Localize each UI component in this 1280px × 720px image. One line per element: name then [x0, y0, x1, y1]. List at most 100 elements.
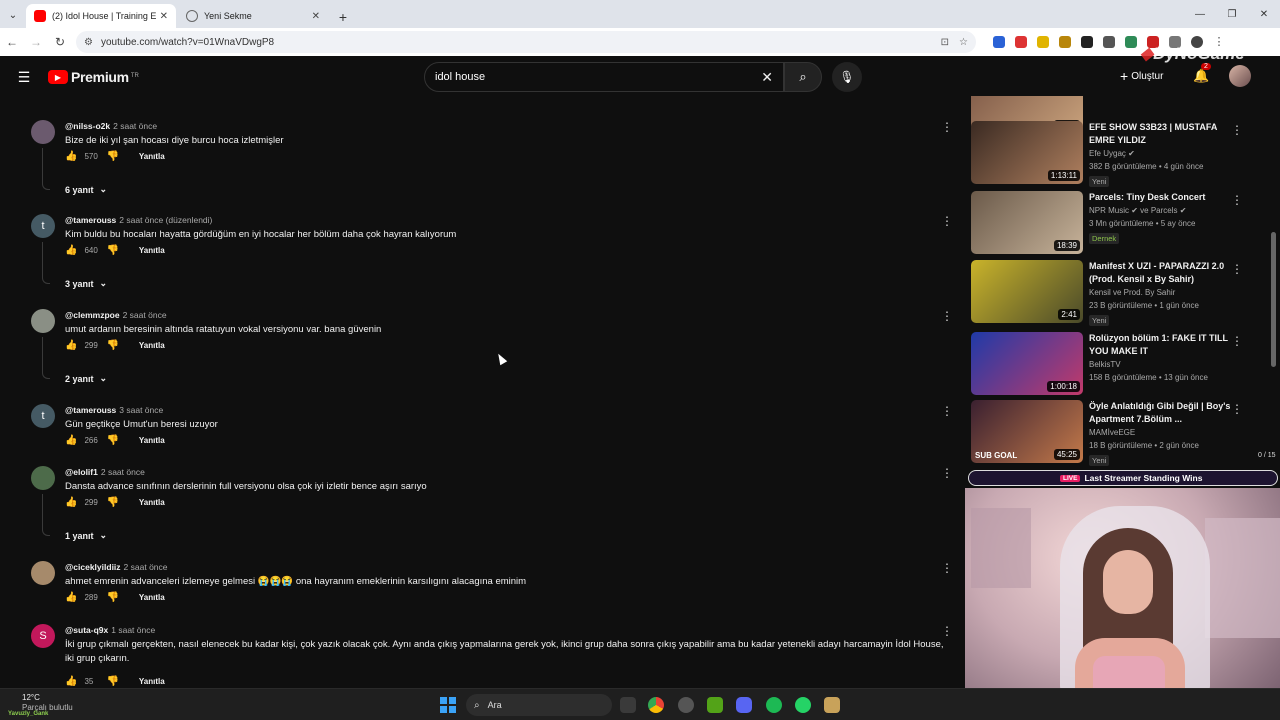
extension-icon[interactable]: [1081, 36, 1093, 48]
extension-icon[interactable]: [1015, 36, 1027, 48]
dislike-icon[interactable]: 👎: [106, 245, 118, 256]
video-channel[interactable]: MAMİveEGE: [1089, 428, 1239, 437]
commenter-avatar[interactable]: [31, 309, 55, 333]
voice-search-button[interactable]: 🎙: [832, 62, 862, 92]
comment-menu-icon[interactable]: ⋮: [941, 404, 953, 418]
reply-button[interactable]: Yanıtla: [139, 677, 165, 686]
forward-icon[interactable]: →: [24, 30, 48, 54]
dislike-icon[interactable]: 👎: [106, 592, 118, 603]
back-icon[interactable]: ←: [0, 30, 24, 54]
comment-menu-icon[interactable]: ⋮: [941, 466, 953, 480]
like-icon[interactable]: 👍: [65, 592, 77, 603]
like-icon[interactable]: 👍: [65, 245, 77, 256]
video-channel[interactable]: Kensil ve Prod. By Sahir: [1089, 288, 1239, 297]
task-view-icon[interactable]: [620, 697, 636, 713]
view-replies-button[interactable]: 2 yanıt ⌄: [65, 373, 107, 384]
view-replies-button[interactable]: 6 yanıt ⌄: [65, 184, 107, 195]
video-thumbnail[interactable]: 18:39: [971, 191, 1083, 254]
reply-button[interactable]: Yanıtla: [139, 246, 165, 255]
comment-author[interactable]: @elolif1: [65, 467, 98, 477]
bookmark-star-icon[interactable]: ☆: [959, 37, 968, 48]
clear-search-icon[interactable]: ✕: [761, 69, 773, 86]
hamburger-menu-icon[interactable]: ☰: [0, 69, 48, 86]
close-window-icon[interactable]: ✕: [1248, 0, 1280, 28]
obs-icon[interactable]: [678, 697, 694, 713]
commenter-avatar[interactable]: [31, 466, 55, 490]
notifications-button[interactable]: 🔔 2: [1193, 63, 1211, 84]
view-replies-button[interactable]: 1 yanıt ⌄: [65, 530, 107, 541]
commenter-avatar[interactable]: t: [31, 404, 55, 428]
spotify-icon[interactable]: [766, 697, 782, 713]
extension-icon[interactable]: [1059, 36, 1071, 48]
video-thumbnail[interactable]: 1:13:11: [971, 121, 1083, 184]
reply-button[interactable]: Yanıtla: [139, 341, 165, 350]
tab-youtube[interactable]: (2) Idol House | Training EP 06 | ✕: [26, 4, 176, 28]
video-thumbnail[interactable]: SUB GOAL 45:25: [971, 400, 1083, 463]
video-title[interactable]: Rolüzyon bölüm 1: FAKE IT TILL YOU MAKE …: [1089, 332, 1239, 358]
tab-search-icon[interactable]: ⌄: [0, 2, 26, 28]
commenter-avatar[interactable]: [31, 561, 55, 585]
extension-icon[interactable]: [1103, 36, 1115, 48]
comment-author[interactable]: @tamerouss: [65, 215, 116, 225]
reply-button[interactable]: Yanıtla: [139, 498, 165, 507]
like-icon[interactable]: 👍: [65, 151, 77, 162]
address-bar[interactable]: ⚙ youtube.com/watch?v=01WnaVDwgP8 ⊡ ☆: [76, 31, 976, 53]
comment-author[interactable]: @tamerouss: [65, 405, 116, 415]
comment-author[interactable]: @suta-q9x: [65, 625, 108, 635]
app-icon[interactable]: [824, 697, 840, 713]
dislike-icon[interactable]: 👎: [106, 340, 118, 351]
comment-time[interactable]: 2 saat önce: [101, 467, 145, 477]
taskbar-search[interactable]: ⌕ Ara: [466, 694, 612, 716]
new-tab-button[interactable]: +: [332, 6, 354, 28]
close-tab-icon[interactable]: ✕: [312, 11, 320, 22]
comment-menu-icon[interactable]: ⋮: [941, 309, 953, 323]
restore-icon[interactable]: ❐: [1216, 0, 1248, 28]
install-app-icon[interactable]: ⊡: [941, 37, 949, 48]
reload-icon[interactable]: ↻: [48, 30, 72, 54]
reply-button[interactable]: Yanıtla: [139, 436, 165, 445]
video-thumbnail[interactable]: 2:41: [971, 260, 1083, 323]
translate-extension-icon[interactable]: [993, 36, 1005, 48]
comment-time[interactable]: 2 saat önce: [113, 121, 157, 131]
commenter-avatar[interactable]: [31, 120, 55, 144]
extension-icon[interactable]: [1037, 36, 1049, 48]
view-replies-button[interactable]: 3 yanıt ⌄: [65, 278, 107, 289]
video-channel[interactable]: Efe Uygaç ✔: [1089, 149, 1239, 158]
reply-button[interactable]: Yanıtla: [139, 593, 165, 602]
video-channel[interactable]: NPR Music ✔ ve Parcels ✔: [1089, 206, 1239, 215]
comment-menu-icon[interactable]: ⋮: [941, 214, 953, 228]
close-tab-icon[interactable]: ✕: [160, 11, 168, 22]
like-icon[interactable]: 👍: [65, 676, 77, 687]
comment-author[interactable]: @clemmzpoe: [65, 310, 120, 320]
search-button[interactable]: ⌕: [784, 62, 822, 92]
video-title[interactable]: Manifest X UZI - PAPARAZZI 2.0 (Prod. Ke…: [1089, 260, 1239, 286]
like-icon[interactable]: 👍: [65, 497, 77, 508]
sidebar-scrollbar[interactable]: [1271, 232, 1276, 367]
video-title[interactable]: Parcels: Tiny Desk Concert: [1089, 191, 1239, 204]
video-menu-icon[interactable]: ⋮: [1231, 123, 1243, 137]
video-channel[interactable]: BelkisTV: [1089, 360, 1239, 369]
comment-author[interactable]: @nilss-o2k: [65, 121, 110, 131]
windows-start-icon[interactable]: [440, 697, 456, 713]
weather-widget[interactable]: 12°C Parçalı bulutlu: [22, 693, 73, 713]
dislike-icon[interactable]: 👎: [106, 151, 118, 162]
comment-menu-icon[interactable]: ⋮: [941, 624, 953, 638]
video-menu-icon[interactable]: ⋮: [1231, 402, 1243, 416]
reply-button[interactable]: Yanıtla: [139, 152, 165, 161]
dislike-icon[interactable]: 👎: [106, 676, 118, 687]
video-menu-icon[interactable]: ⋮: [1231, 262, 1243, 276]
discord-icon[interactable]: [736, 697, 752, 713]
dislike-icon[interactable]: 👎: [106, 435, 118, 446]
chrome-icon[interactable]: [648, 697, 664, 713]
comment-time[interactable]: 2 saat önce: [124, 562, 168, 572]
comment-author[interactable]: @ciceklyildiiz: [65, 562, 121, 572]
site-info-icon[interactable]: ⚙: [84, 37, 93, 48]
video-menu-icon[interactable]: ⋮: [1231, 193, 1243, 207]
minimize-icon[interactable]: —: [1184, 0, 1216, 28]
comment-time[interactable]: 2 saat önce (düzenlendi): [119, 215, 212, 225]
video-title[interactable]: EFE SHOW S3B23 | MUSTAFA EMRE YILDIZ: [1089, 121, 1239, 147]
dislike-icon[interactable]: 👎: [106, 497, 118, 508]
search-input[interactable]: idol house ✕: [424, 62, 784, 92]
like-icon[interactable]: 👍: [65, 435, 77, 446]
commenter-avatar[interactable]: S: [31, 624, 55, 648]
